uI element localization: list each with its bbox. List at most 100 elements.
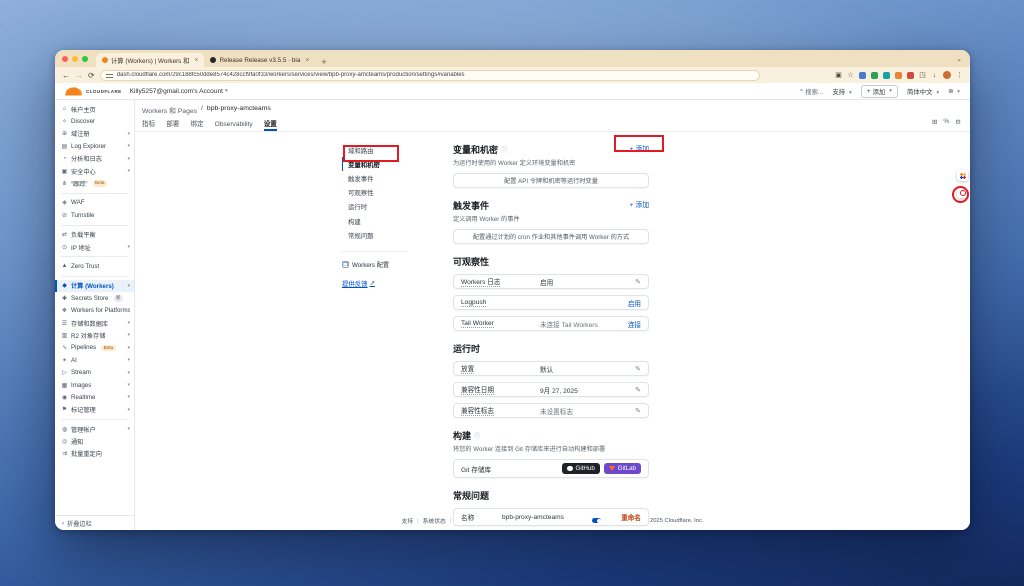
sidebar-item-ai[interactable]: ✴ AI ▾	[55, 354, 134, 366]
tab-close-icon[interactable]: ×	[305, 57, 309, 64]
support-menu[interactable]: 支持 ▾	[832, 87, 851, 96]
section-observability: 可观察性 Workers 日志 启用 ✎ Logpush 启用 Tail Wor…	[453, 255, 649, 331]
help-widget-icon[interactable]	[957, 187, 968, 198]
sidebar-item-account-home[interactable]: ⌂ 帐户主页	[55, 103, 134, 115]
connect-tail-worker-button[interactable]: 连接	[628, 319, 641, 329]
sidebar-item-workers[interactable]: ◆ 计算 (Workers) ▾	[55, 279, 134, 293]
tab-bindings[interactable]: 绑定	[190, 118, 203, 131]
workers-config-link[interactable]: ❐ Workers 配置	[342, 260, 408, 269]
browser-tab-2[interactable]: Release Release v3.5.5 · bia ×	[204, 53, 315, 67]
sidebar-item-bulk-redirects[interactable]: ⇉ 批量重定向	[55, 448, 134, 460]
forward-button[interactable]: →	[75, 71, 83, 80]
tab-observability[interactable]: Observability	[215, 121, 253, 131]
add-trigger-button[interactable]: + 添加	[630, 199, 649, 209]
user-menu[interactable]: ⊚ ▾	[948, 87, 960, 95]
sidebar-item-turnstile[interactable]: ⊘ Turnstile	[55, 209, 134, 221]
footer-link-status[interactable]: 系统状态	[423, 516, 446, 525]
cloudflare-logo-icon[interactable]	[65, 87, 82, 96]
edit-icon[interactable]: ✎	[635, 365, 641, 373]
percent-icon[interactable]: %	[943, 118, 949, 126]
back-button[interactable]: ←	[62, 71, 70, 80]
collapse-sidebar-button[interactable]: ‹ 折叠边栏	[55, 515, 134, 530]
tab-close-icon[interactable]: ×	[194, 57, 198, 64]
subnav-observability[interactable]: 可观察性	[342, 186, 408, 200]
row-label: 名称	[461, 515, 475, 522]
minimize-window-button[interactable]	[72, 55, 78, 62]
sidebar-item-security-center[interactable]: ▣ 安全中心 ▾	[55, 165, 134, 177]
chevron-down-icon: ▾	[127, 394, 130, 401]
enable-logpush-button[interactable]: 启用	[628, 298, 641, 308]
edit-icon[interactable]: ✎	[635, 386, 641, 394]
extension-red-icon[interactable]	[907, 71, 914, 79]
variables-empty-state[interactable]: 配置 API 令牌和机密等运行时变量	[453, 173, 649, 188]
connect-github-button[interactable]: GitHub	[562, 463, 600, 474]
sidebar-item-images[interactable]: ▦ Images ▾	[55, 379, 134, 391]
sidebar-item-log-explorer[interactable]: ▤ Log Explorer ▾	[55, 140, 134, 152]
sidebar-item-notifications[interactable]: ◎ 通知	[55, 435, 134, 447]
language-menu[interactable]: 简体中文 ▾	[907, 87, 939, 96]
downloads-icon[interactable]: ↓	[931, 72, 938, 79]
section-triggers: 触发事件 定义调用 Worker 的事件 + 添加 配置通过计划的 cron 作…	[453, 199, 649, 244]
tab-search-icon[interactable]: ⌄	[956, 55, 962, 63]
sidebar-item-storage-databases[interactable]: ☰ 存储和数据库 ▾	[55, 317, 134, 329]
feedback-link[interactable]: 提供反馈 ↗	[342, 279, 408, 288]
close-window-button[interactable]	[62, 55, 68, 62]
extensions-puzzle-icon[interactable]: ◳	[919, 72, 926, 79]
window-controls[interactable]	[62, 50, 88, 67]
tab-metrics[interactable]: 指标	[142, 118, 155, 131]
maximize-window-button[interactable]	[82, 55, 88, 62]
rename-button[interactable]: 重命名	[621, 512, 641, 522]
profile-avatar[interactable]	[943, 71, 951, 79]
header-search[interactable]: ⌕ 搜索...	[800, 87, 824, 96]
sidebar-item-zero-trust[interactable]: ▲ Zero Trust	[55, 260, 134, 272]
side-panel-icon[interactable]: ▣	[835, 72, 842, 79]
sidebar-item-r2[interactable]: ▥ R2 对象存储 ▾	[55, 329, 134, 341]
sidebar-item-stream[interactable]: ▷ Stream ▾	[55, 366, 134, 378]
footer-link-support[interactable]: 支持	[402, 516, 414, 525]
connect-gitlab-button[interactable]: GitLab	[603, 463, 641, 474]
add-menu-button[interactable]: + 添加 ▾	[860, 84, 898, 98]
browser-menu-icon[interactable]: ⋮	[956, 72, 963, 79]
add-variable-button[interactable]: + 添加	[630, 143, 649, 153]
tab-deployments[interactable]: 部署	[166, 118, 179, 131]
subnav-general[interactable]: 常规问题	[342, 228, 408, 242]
subnav-variables-secrets[interactable]: 变量和机密	[342, 157, 408, 172]
account-switcher[interactable]: Killy5257@gmail.com's Account	[130, 88, 223, 95]
sidebar-item-pipelines[interactable]: ∿ Pipelines Beta ▾	[55, 342, 134, 354]
whats-new-widget-icon[interactable]	[957, 170, 968, 181]
reload-button[interactable]: ⟳	[88, 71, 95, 80]
subnav-domains-routes[interactable]: 域和路由	[342, 143, 408, 157]
sidebar-item-secrets-store[interactable]: ✱ Secrets Store 新	[55, 292, 134, 304]
site-settings-icon[interactable]	[105, 72, 113, 78]
subnav-build[interactable]: 构建	[342, 214, 408, 228]
sidebar-item-ip-addresses[interactable]: ⊙ IP 地址 ▾	[55, 241, 134, 253]
sidebar-item-trace[interactable]: ⋔ “跟踪” Beta	[55, 177, 134, 189]
triggers-empty-state[interactable]: 配置通过计划的 cron 作业和其他事件调用 Worker 的方式	[453, 229, 649, 244]
sidebar-item-analytics-logs[interactable]: ◔ 分析和日志 ▾	[55, 153, 134, 165]
sidebar-item-realtime[interactable]: ◉ Realtime ▾	[55, 391, 134, 403]
sidebar-item-workers-for-platforms[interactable]: ❖ Workers for Platforms	[55, 304, 134, 316]
address-bar[interactable]: dash.cloudflare.com/29c188fc50dde8574c42…	[99, 69, 760, 81]
subnav-runtime[interactable]: 运行时	[342, 200, 408, 214]
sidebar-item-waf[interactable]: ◈ WAF	[55, 197, 134, 209]
extension-green-icon[interactable]	[871, 71, 878, 79]
subnav-triggers[interactable]: 触发事件	[342, 171, 408, 185]
new-tab-button[interactable]: +	[321, 57, 326, 67]
sidebar-item-tag-management[interactable]: ⚑ 标记管理 ▾	[55, 404, 134, 416]
tab-settings[interactable]: 设置	[264, 118, 277, 131]
edit-icon[interactable]: ✎	[635, 278, 641, 286]
grid-icon[interactable]: ⊞	[932, 118, 937, 126]
sidebar-item-manage-account[interactable]: ◍ 管理帐户 ▾	[55, 423, 134, 435]
edit-icon[interactable]: ✎	[635, 407, 641, 415]
extension-teal-icon[interactable]	[883, 71, 890, 79]
sidebar-item-discover[interactable]: ✧ Discover	[55, 115, 134, 127]
extension-blue-icon[interactable]	[859, 71, 866, 79]
breadcrumb-parent[interactable]: Workers 和 Pages	[142, 105, 197, 115]
bookmark-icon[interactable]: ☆	[847, 72, 854, 79]
extension-orange-icon[interactable]	[895, 71, 902, 79]
gear-icon[interactable]: ⚙	[955, 118, 961, 126]
section-desc: 将您的 Worker 连接到 Git 存储库来进行自动构建和部署	[453, 446, 606, 453]
sidebar-item-domain-registration[interactable]: ⊕ 域注册 ▾	[55, 128, 134, 140]
sidebar-item-load-balancing[interactable]: ⇄ 负载平衡	[55, 229, 134, 241]
browser-tab-active[interactable]: 计算 (Workers) | Workers 和 ×	[96, 53, 205, 67]
